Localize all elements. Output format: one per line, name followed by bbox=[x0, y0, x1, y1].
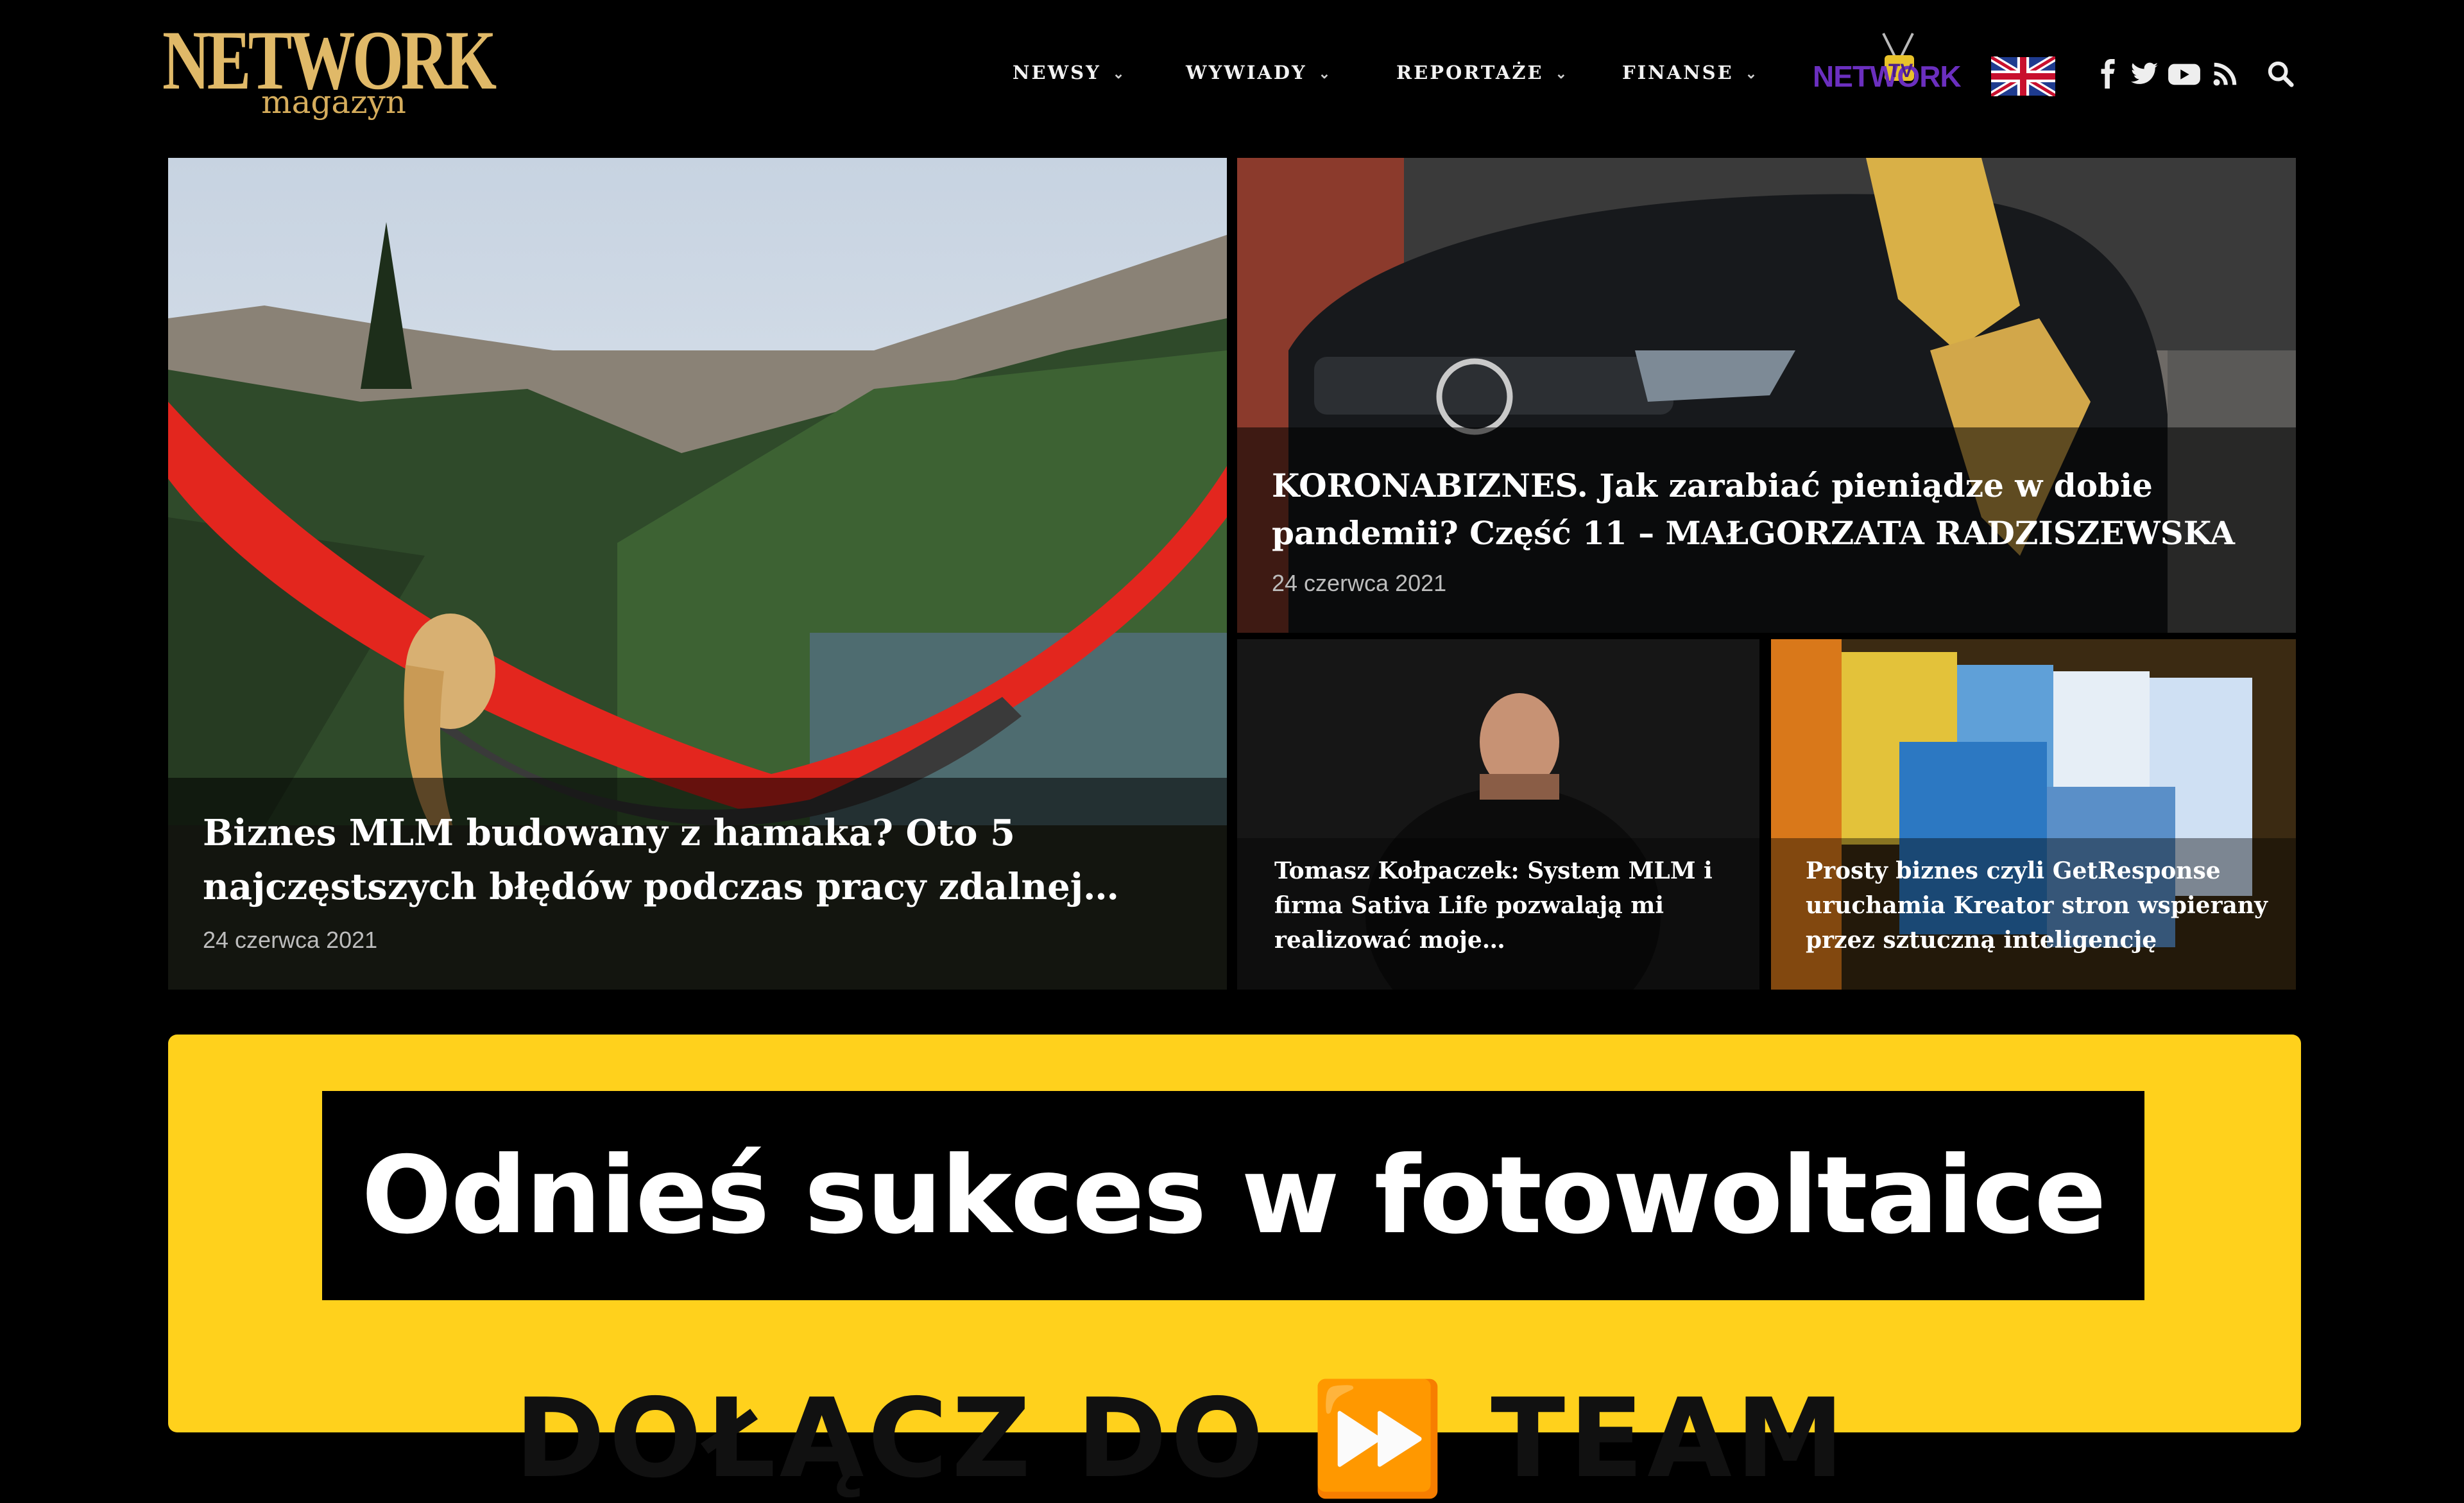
chevron-down-icon: ⌄ bbox=[1112, 65, 1127, 82]
search-icon[interactable] bbox=[2265, 59, 2296, 89]
chevron-down-icon: ⌄ bbox=[1318, 65, 1333, 82]
site-logo[interactable]: NETWORK magazyn bbox=[162, 18, 497, 127]
twitter-icon[interactable] bbox=[2129, 59, 2160, 89]
nav-item-label: FINANSE bbox=[1622, 62, 1734, 83]
featured-article-bottom-left[interactable]: Tomasz Kołpaczek: System MLM i firma Sat… bbox=[1237, 639, 1759, 990]
chevron-down-icon: ⌄ bbox=[1555, 65, 1570, 82]
facebook-icon[interactable] bbox=[2093, 59, 2124, 89]
featured-article-top-right[interactable]: KORONABIZNES. Jak zarabiać pieniądze w d… bbox=[1237, 158, 2296, 633]
tv-logo-text: NETWORK bbox=[1813, 60, 1962, 93]
article-title[interactable]: KORONABIZNES. Jak zarabiać pieniądze w d… bbox=[1272, 462, 2273, 557]
nav-item-reportaze[interactable]: REPORTAŻE ⌄ bbox=[1396, 62, 1569, 83]
nav-item-newsy[interactable]: NEWSY ⌄ bbox=[1013, 62, 1126, 83]
featured-article-bottom-right[interactable]: Prosty biznes czyli GetResponse uruchami… bbox=[1771, 639, 2296, 990]
photovoltaics-ad-banner[interactable]: Odnieś sukces w fotowoltaice DOŁĄCZ DO ⏩… bbox=[168, 1035, 2301, 1502]
nav-item-label: WYWIADY bbox=[1186, 62, 1307, 83]
banner-headline-box: Odnieś sukces w fotowoltaice bbox=[322, 1091, 2144, 1300]
featured-article-title[interactable]: Biznes MLM budowany z hamaka? Oto 5 najc… bbox=[203, 806, 1178, 914]
nav-item-wywiady[interactable]: WYWIADY ⌄ bbox=[1186, 62, 1332, 83]
featured-article-date: 24 czerwca 2021 bbox=[203, 927, 378, 953]
english-language-flag-icon[interactable] bbox=[1989, 53, 2058, 99]
youtube-icon[interactable] bbox=[2166, 59, 2202, 89]
tv-logo-badge: TV bbox=[1888, 60, 1913, 82]
featured-article-main[interactable]: Biznes MLM budowany z hamaka? Oto 5 najc… bbox=[168, 158, 1227, 990]
article-title[interactable]: Tomasz Kołpaczek: System MLM i firma Sat… bbox=[1274, 854, 1724, 958]
nav-item-label: REPORTAŻE bbox=[1396, 62, 1544, 83]
nav-item-label: NEWSY bbox=[1013, 62, 1101, 83]
article-title[interactable]: Prosty biznes czyli GetResponse uruchami… bbox=[1806, 854, 2280, 958]
rss-icon[interactable] bbox=[2210, 59, 2241, 89]
network-tv-logo[interactable]: NETWORK TV bbox=[1813, 31, 1986, 95]
banner-headline: Odnieś sukces w fotowoltaice bbox=[361, 1133, 2107, 1258]
chevron-down-icon: ⌄ bbox=[1745, 65, 1759, 82]
article-date: 24 czerwca 2021 bbox=[1272, 570, 1447, 596]
logo-sub-text: magazyn bbox=[261, 83, 406, 121]
nav-item-finanse[interactable]: FINANSE ⌄ bbox=[1622, 62, 1759, 83]
banner-cta-text: DOŁĄCZ DO ⏩ TEAM bbox=[515, 1375, 1849, 1502]
